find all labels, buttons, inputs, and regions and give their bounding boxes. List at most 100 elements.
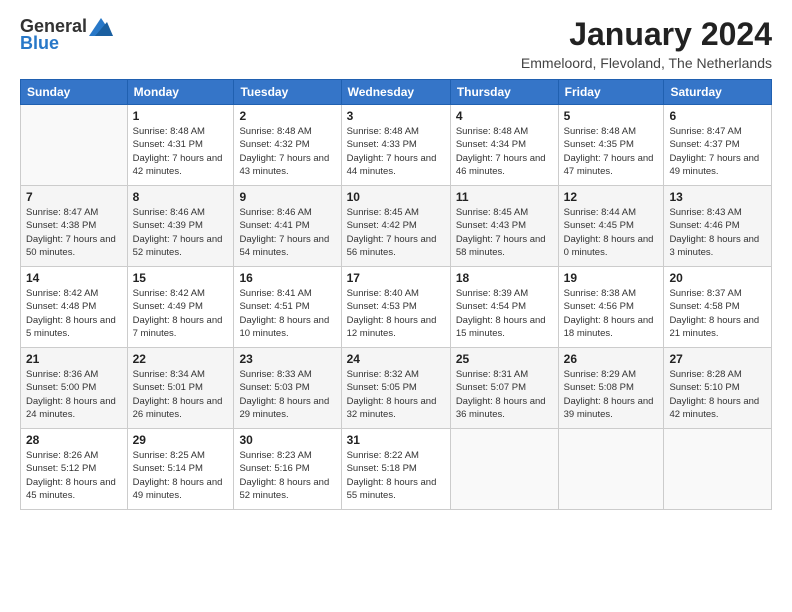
cell-w3-d0: 14 Sunrise: 8:42 AMSunset: 4:48 PMDayligh…	[21, 267, 128, 348]
day-number: 14	[26, 271, 122, 285]
col-monday: Monday	[127, 80, 234, 105]
day-detail: Sunrise: 8:38 AMSunset: 4:56 PMDaylight:…	[564, 287, 659, 340]
day-detail: Sunrise: 8:31 AMSunset: 5:07 PMDaylight:…	[456, 368, 553, 421]
day-detail: Sunrise: 8:48 AMSunset: 4:35 PMDaylight:…	[564, 125, 659, 178]
cell-content: 10Sunrise: 8:45 AMSunset: 4:42 PMDayligh…	[347, 190, 445, 262]
calendar-table: Sunday Monday Tuesday Wednesday Thursday…	[20, 79, 772, 510]
cell-content: 3 Sunrise: 8:48 AMSunset: 4:33 PMDaylight…	[347, 109, 445, 181]
cell-content: 6 Sunrise: 8:47 AMSunset: 4:37 PMDaylight…	[669, 109, 766, 181]
cell-w4-d4: 25Sunrise: 8:31 AMSunset: 5:07 PMDayligh…	[450, 348, 558, 429]
day-number: 21	[26, 352, 122, 366]
day-detail: Sunrise: 8:47 AMSunset: 4:37 PMDaylight:…	[669, 125, 766, 178]
day-number: 12	[564, 190, 659, 204]
cell-content: 22Sunrise: 8:34 AMSunset: 5:01 PMDayligh…	[133, 352, 229, 424]
cell-w4-d5: 26Sunrise: 8:29 AMSunset: 5:08 PMDayligh…	[558, 348, 664, 429]
day-number: 17	[347, 271, 445, 285]
day-number: 15	[133, 271, 229, 285]
day-detail: Sunrise: 8:48 AMSunset: 4:33 PMDaylight:…	[347, 125, 445, 178]
day-number: 18	[456, 271, 553, 285]
day-detail: Sunrise: 8:29 AMSunset: 5:08 PMDaylight:…	[564, 368, 659, 421]
cell-w3-d4: 18 Sunrise: 8:39 AMSunset: 4:54 PMDayligh…	[450, 267, 558, 348]
day-detail: Sunrise: 8:28 AMSunset: 5:10 PMDaylight:…	[669, 368, 766, 421]
cell-w2-d0: 7Sunrise: 8:47 AMSunset: 4:38 PMDaylight…	[21, 186, 128, 267]
day-detail: Sunrise: 8:46 AMSunset: 4:39 PMDaylight:…	[133, 206, 229, 259]
title-section: January 2024 Emmeloord, Flevoland, The N…	[521, 16, 772, 71]
cell-content: 23Sunrise: 8:33 AMSunset: 5:03 PMDayligh…	[239, 352, 335, 424]
day-number: 29	[133, 433, 229, 447]
day-number: 5	[564, 109, 659, 123]
day-detail: Sunrise: 8:43 AMSunset: 4:46 PMDaylight:…	[669, 206, 766, 259]
logo-icon	[89, 18, 113, 36]
cell-content: 14 Sunrise: 8:42 AMSunset: 4:48 PMDayligh…	[26, 271, 122, 343]
cell-w4-d3: 24Sunrise: 8:32 AMSunset: 5:05 PMDayligh…	[341, 348, 450, 429]
cell-w5-d2: 30 Sunrise: 8:23 AMSunset: 5:16 PMDayligh…	[234, 429, 341, 510]
day-detail: Sunrise: 8:39 AMSunset: 4:54 PMDaylight:…	[456, 287, 553, 340]
cell-content: 9 Sunrise: 8:46 AMSunset: 4:41 PMDaylight…	[239, 190, 335, 262]
cell-content: 16Sunrise: 8:41 AMSunset: 4:51 PMDayligh…	[239, 271, 335, 343]
cell-content: 15 Sunrise: 8:42 AMSunset: 4:49 PMDayligh…	[133, 271, 229, 343]
day-number: 6	[669, 109, 766, 123]
day-number: 10	[347, 190, 445, 204]
cell-w3-d1: 15 Sunrise: 8:42 AMSunset: 4:49 PMDayligh…	[127, 267, 234, 348]
logo: General Blue	[20, 16, 113, 54]
col-tuesday: Tuesday	[234, 80, 341, 105]
cell-content: 19Sunrise: 8:38 AMSunset: 4:56 PMDayligh…	[564, 271, 659, 343]
day-detail: Sunrise: 8:36 AMSunset: 5:00 PMDaylight:…	[26, 368, 122, 421]
logo-blue-text: Blue	[20, 33, 59, 54]
subtitle: Emmeloord, Flevoland, The Netherlands	[521, 55, 772, 71]
cell-w1-d3: 3 Sunrise: 8:48 AMSunset: 4:33 PMDaylight…	[341, 105, 450, 186]
week-row-2: 7Sunrise: 8:47 AMSunset: 4:38 PMDaylight…	[21, 186, 772, 267]
week-row-3: 14 Sunrise: 8:42 AMSunset: 4:48 PMDayligh…	[21, 267, 772, 348]
cell-w2-d5: 12Sunrise: 8:44 AMSunset: 4:45 PMDayligh…	[558, 186, 664, 267]
day-detail: Sunrise: 8:25 AMSunset: 5:14 PMDaylight:…	[133, 449, 229, 502]
cell-w2-d2: 9 Sunrise: 8:46 AMSunset: 4:41 PMDaylight…	[234, 186, 341, 267]
week-row-5: 28Sunrise: 8:26 AMSunset: 5:12 PMDayligh…	[21, 429, 772, 510]
day-detail: Sunrise: 8:40 AMSunset: 4:53 PMDaylight:…	[347, 287, 445, 340]
cell-content: 11Sunrise: 8:45 AMSunset: 4:43 PMDayligh…	[456, 190, 553, 262]
cell-content: 1Sunrise: 8:48 AMSunset: 4:31 PMDaylight…	[133, 109, 229, 181]
col-wednesday: Wednesday	[341, 80, 450, 105]
day-number: 22	[133, 352, 229, 366]
cell-content: 29 Sunrise: 8:25 AMSunset: 5:14 PMDayligh…	[133, 433, 229, 505]
cell-w1-d6: 6 Sunrise: 8:47 AMSunset: 4:37 PMDaylight…	[664, 105, 772, 186]
cell-content: 8Sunrise: 8:46 AMSunset: 4:39 PMDaylight…	[133, 190, 229, 262]
week-row-1: 1Sunrise: 8:48 AMSunset: 4:31 PMDaylight…	[21, 105, 772, 186]
cell-w5-d6	[664, 429, 772, 510]
cell-w2-d4: 11Sunrise: 8:45 AMSunset: 4:43 PMDayligh…	[450, 186, 558, 267]
day-detail: Sunrise: 8:48 AMSunset: 4:31 PMDaylight:…	[133, 125, 229, 178]
cell-w2-d3: 10Sunrise: 8:45 AMSunset: 4:42 PMDayligh…	[341, 186, 450, 267]
day-detail: Sunrise: 8:45 AMSunset: 4:43 PMDaylight:…	[456, 206, 553, 259]
header: General Blue January 2024 Emmeloord, Fle…	[20, 16, 772, 71]
cell-content: 24Sunrise: 8:32 AMSunset: 5:05 PMDayligh…	[347, 352, 445, 424]
cell-w4-d6: 27 Sunrise: 8:28 AMSunset: 5:10 PMDayligh…	[664, 348, 772, 429]
cell-content: 5 Sunrise: 8:48 AMSunset: 4:35 PMDaylight…	[564, 109, 659, 181]
day-detail: Sunrise: 8:37 AMSunset: 4:58 PMDaylight:…	[669, 287, 766, 340]
cell-w2-d6: 13Sunrise: 8:43 AMSunset: 4:46 PMDayligh…	[664, 186, 772, 267]
cell-content: 30 Sunrise: 8:23 AMSunset: 5:16 PMDayligh…	[239, 433, 335, 505]
day-number: 30	[239, 433, 335, 447]
col-sunday: Sunday	[21, 80, 128, 105]
day-number: 9	[239, 190, 335, 204]
cell-w1-d5: 5 Sunrise: 8:48 AMSunset: 4:35 PMDaylight…	[558, 105, 664, 186]
day-detail: Sunrise: 8:23 AMSunset: 5:16 PMDaylight:…	[239, 449, 335, 502]
day-number: 28	[26, 433, 122, 447]
day-detail: Sunrise: 8:42 AMSunset: 4:49 PMDaylight:…	[133, 287, 229, 340]
cell-w3-d2: 16Sunrise: 8:41 AMSunset: 4:51 PMDayligh…	[234, 267, 341, 348]
day-detail: Sunrise: 8:46 AMSunset: 4:41 PMDaylight:…	[239, 206, 335, 259]
day-detail: Sunrise: 8:41 AMSunset: 4:51 PMDaylight:…	[239, 287, 335, 340]
cell-content: 2Sunrise: 8:48 AMSunset: 4:32 PMDaylight…	[239, 109, 335, 181]
col-saturday: Saturday	[664, 80, 772, 105]
day-detail: Sunrise: 8:48 AMSunset: 4:32 PMDaylight:…	[239, 125, 335, 178]
day-detail: Sunrise: 8:33 AMSunset: 5:03 PMDaylight:…	[239, 368, 335, 421]
month-title: January 2024	[521, 16, 772, 53]
day-detail: Sunrise: 8:22 AMSunset: 5:18 PMDaylight:…	[347, 449, 445, 502]
cell-content: 27 Sunrise: 8:28 AMSunset: 5:10 PMDayligh…	[669, 352, 766, 424]
day-number: 3	[347, 109, 445, 123]
cell-content: 7Sunrise: 8:47 AMSunset: 4:38 PMDaylight…	[26, 190, 122, 262]
cell-content: 13Sunrise: 8:43 AMSunset: 4:46 PMDayligh…	[669, 190, 766, 262]
cell-w1-d4: 4Sunrise: 8:48 AMSunset: 4:34 PMDaylight…	[450, 105, 558, 186]
day-detail: Sunrise: 8:42 AMSunset: 4:48 PMDaylight:…	[26, 287, 122, 340]
cell-content: 28Sunrise: 8:26 AMSunset: 5:12 PMDayligh…	[26, 433, 122, 505]
cell-w2-d1: 8Sunrise: 8:46 AMSunset: 4:39 PMDaylight…	[127, 186, 234, 267]
day-number: 27	[669, 352, 766, 366]
